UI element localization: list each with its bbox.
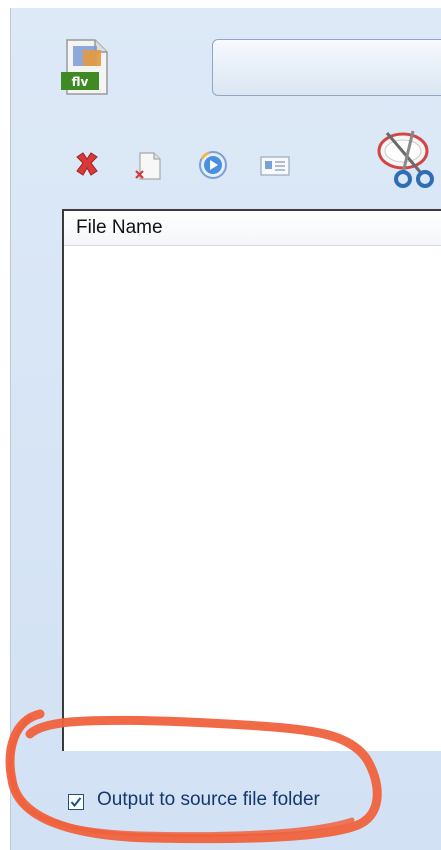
scissors-cut-icon[interactable] [373, 125, 441, 193]
delete-icon[interactable] [71, 149, 103, 181]
flv-label: flv [72, 75, 89, 89]
flv-file-icon[interactable]: flv [59, 36, 115, 100]
column-header-file-name[interactable]: File Name [76, 217, 163, 239]
remove-file-icon[interactable] [132, 149, 164, 181]
file-list[interactable]: File Name [62, 209, 441, 751]
properties-icon[interactable] [259, 149, 291, 181]
file-list-header: File Name [64, 211, 441, 246]
output-format-combo[interactable]: 3 [212, 39, 441, 96]
play-icon[interactable] [197, 149, 229, 181]
annotation-circle [5, 709, 382, 844]
